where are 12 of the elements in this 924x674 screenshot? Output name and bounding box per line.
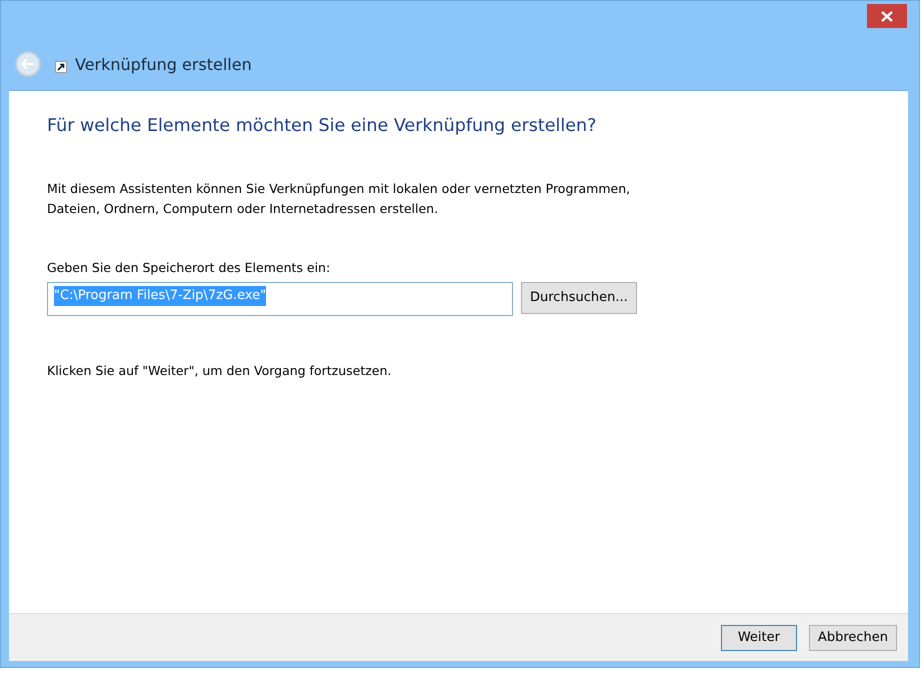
close-button[interactable] — [867, 4, 907, 28]
description-text: Mit diesem Assistenten können Sie Verknüpfungen mit lokalen oder vernetzten Programmen, Dateien, Ordnern, Computern oder Internetadressen erstellen. — [47, 180, 632, 218]
shortcut-icon — [55, 61, 67, 73]
hint-text: Klicken Sie auf "Weiter", um den Vorgang fortzusetzen. — [47, 362, 392, 380]
close-icon — [881, 10, 893, 22]
dialog-button[interactable]: Abbrechen — [808, 624, 897, 650]
back-arrow-icon — [21, 58, 35, 70]
wizard-heading: Für welche Elemente möchten Sie eine Verknüpfung erstellen? — [47, 115, 598, 138]
dialog-button[interactable]: Weiter — [720, 624, 797, 650]
window-title: Verknüpfung erstellen — [75, 54, 252, 76]
browse-button[interactable]: Durchsuchen... — [521, 282, 637, 314]
field-label: Geben Sie den Speicherort des Elements ein: — [47, 259, 332, 278]
